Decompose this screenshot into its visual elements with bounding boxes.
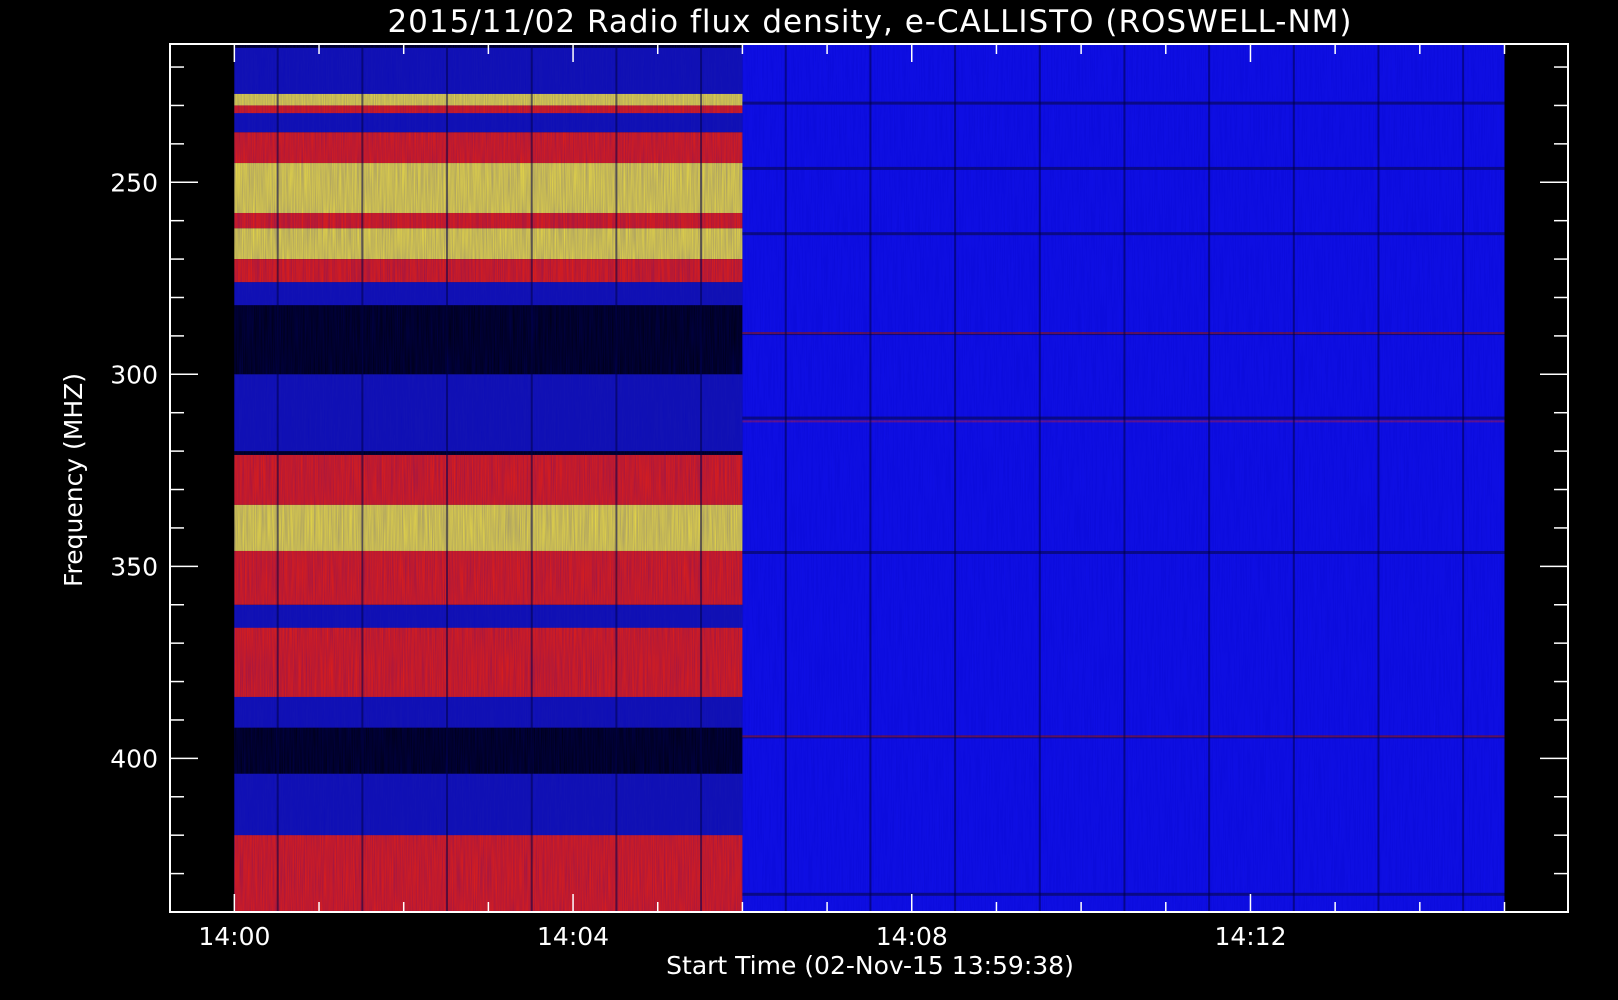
y-tick-label: 400 — [110, 744, 158, 773]
y-axis-label: Frequency (MHZ) — [59, 373, 88, 587]
chart-title: 2015/11/02 Radio flux density, e-CALLIST… — [387, 4, 1352, 40]
x-tick-label: 14:04 — [537, 922, 609, 951]
spectrogram-chart: 2015/11/02 Radio flux density, e-CALLIST… — [59, 4, 1569, 980]
x-tick-label: 14:08 — [876, 922, 948, 951]
y-tick-label: 350 — [110, 552, 158, 581]
x-tick-label: 14:12 — [1214, 922, 1286, 951]
spectrogram-image — [234, 44, 1505, 912]
y-tick-label: 250 — [110, 168, 158, 197]
y-tick-label: 300 — [110, 360, 158, 389]
plot-area: 14:00 14:04 14:08 14:12 250 300 350 400 — [110, 43, 1569, 951]
heat-texture — [234, 44, 1505, 912]
x-tick-labels: 14:00 14:04 14:08 14:12 — [198, 922, 1286, 951]
x-tick-label: 14:00 — [198, 922, 270, 951]
x-axis-label: Start Time (02-Nov-15 13:59:38) — [666, 951, 1074, 980]
y-tick-labels: 250 300 350 400 — [110, 168, 158, 773]
